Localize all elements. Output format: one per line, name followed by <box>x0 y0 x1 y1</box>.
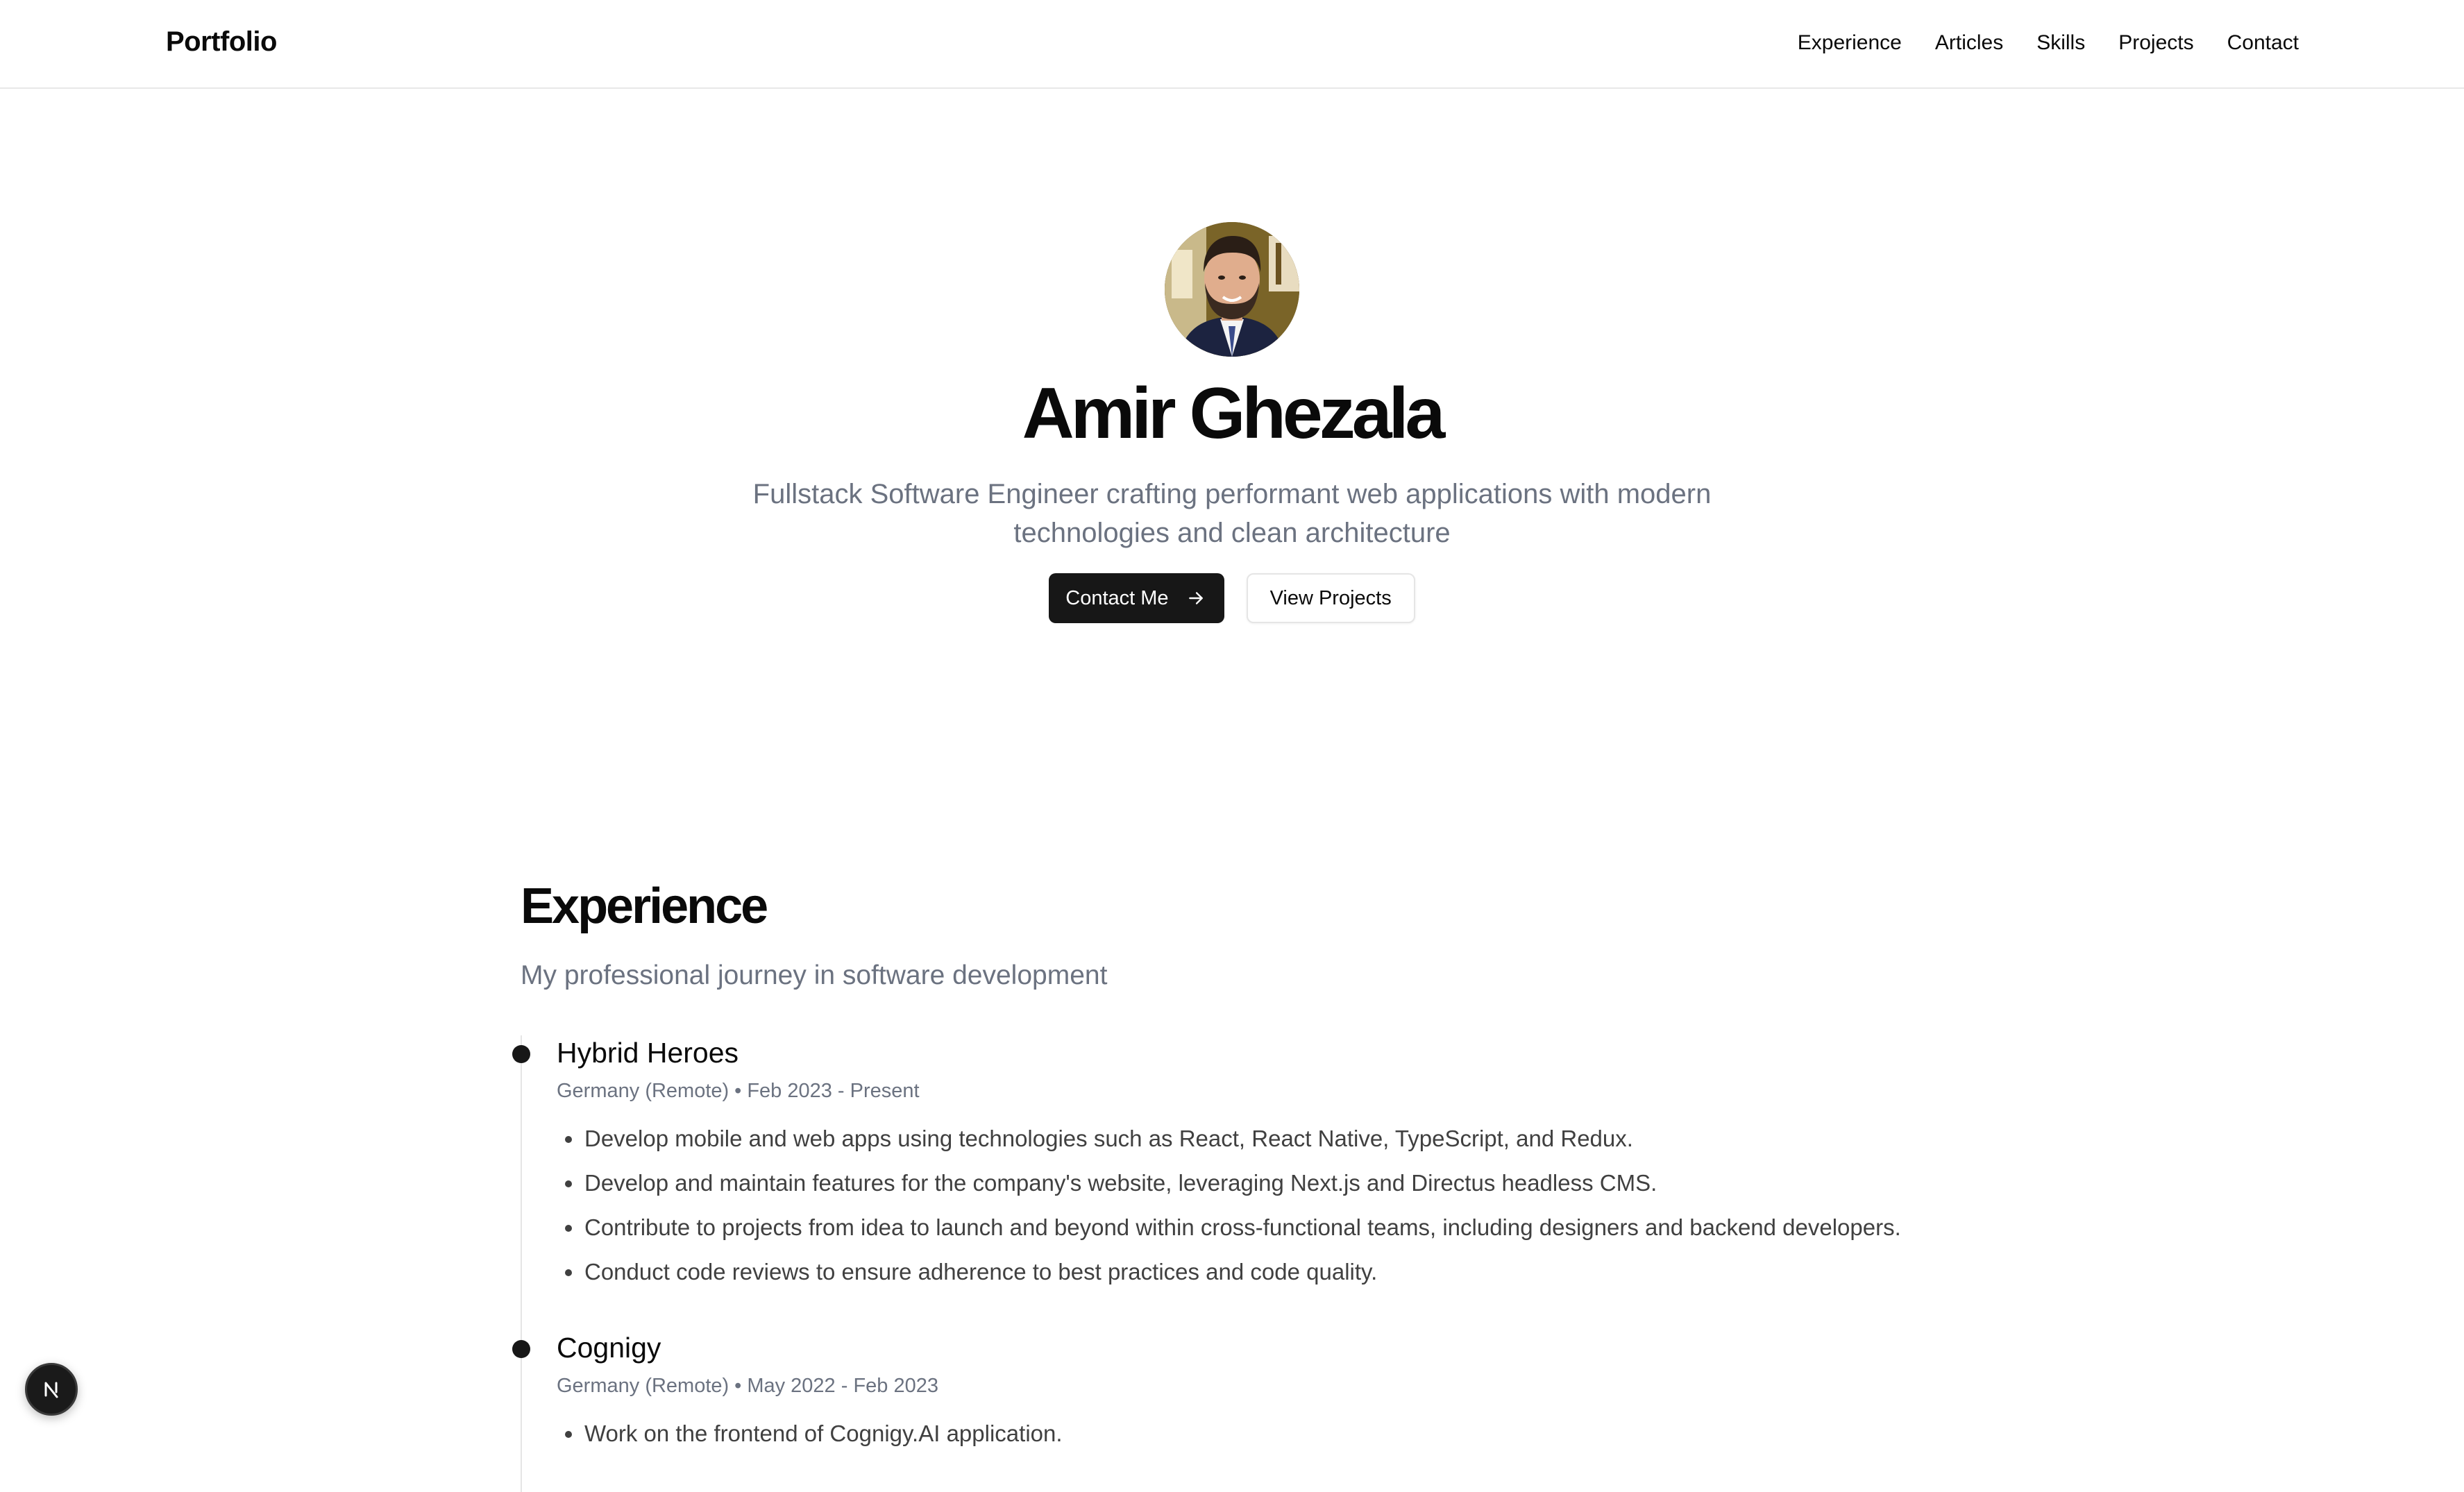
experience-title: Experience <box>521 879 768 934</box>
arrow-right-icon <box>1187 589 1205 607</box>
job-responsibilities: Work on the frontend of Cognigy.AI appli… <box>557 1412 1950 1456</box>
job-location: Germany (Remote) <box>557 1375 729 1397</box>
hero-section: Amir Ghezala Fullstack Software Engineer… <box>0 222 2464 623</box>
hero-subtitle: Fullstack Software Engineer crafting per… <box>752 479 1712 548</box>
avatar <box>1165 222 1299 357</box>
contact-me-button[interactable]: Contact Me <box>1049 573 1224 623</box>
nav-link-contact[interactable]: Contact <box>2227 31 2299 55</box>
experience-section: Experience My professional journey in so… <box>512 879 1950 1492</box>
job-company: Cognigy <box>557 1332 661 1364</box>
job-period: Feb 2023 - Present <box>747 1080 920 1102</box>
list-item: Conduct code reviews to ensure adherence… <box>557 1250 1950 1294</box>
list-item: Contribute to projects from idea to laun… <box>557 1205 1950 1250</box>
job-responsibilities: Develop mobile and web apps using techno… <box>557 1117 1950 1294</box>
job-meta-separator: • <box>734 1080 742 1102</box>
hero-actions: Contact Me View Projects <box>0 573 2464 623</box>
nav-link-experience[interactable]: Experience <box>1798 31 1902 55</box>
site-header: Portfolio Experience Articles Skills Pro… <box>0 0 2464 89</box>
job-period: May 2022 - Feb 2023 <box>747 1375 938 1397</box>
avatar-photo <box>1165 222 1299 357</box>
job-meta-separator: • <box>734 1375 742 1397</box>
hero-name: Amir Ghezala <box>1022 373 1446 454</box>
experience-timeline: Hybrid Heroes Germany (Remote) • Feb 2023 … <box>512 1035 1950 1492</box>
job-entry: Cognigy Germany (Remote) • May 2022 - Feb … <box>512 1330 1950 1492</box>
contact-me-label: Contact Me <box>1065 586 1169 609</box>
timeline-dot-icon <box>512 1340 530 1358</box>
list-item: Work on the frontend of Cognigy.AI appli… <box>557 1412 1950 1456</box>
main-nav: Experience Articles Skills Projects Cont… <box>1798 31 2299 55</box>
brand-logo[interactable]: Portfolio <box>166 26 277 58</box>
experience-subtitle: My professional journey in software deve… <box>521 960 1108 990</box>
nextjs-dev-tools-button[interactable] <box>25 1363 78 1416</box>
job-entry: Hybrid Heroes Germany (Remote) • Feb 2023 … <box>512 1035 1950 1330</box>
view-projects-button[interactable]: View Projects <box>1246 573 1415 623</box>
list-item: Develop mobile and web apps using techno… <box>557 1117 1950 1161</box>
job-company: Hybrid Heroes <box>557 1037 739 1069</box>
nav-link-articles[interactable]: Articles <box>1935 31 2003 55</box>
timeline-dot-icon <box>512 1045 530 1063</box>
nextjs-logo-icon <box>44 1382 58 1398</box>
nav-link-projects[interactable]: Projects <box>2118 31 2193 55</box>
nav-link-skills[interactable]: Skills <box>2036 31 2085 55</box>
job-meta: Germany (Remote) • May 2022 - Feb 2023 <box>557 1375 1950 1398</box>
job-location: Germany (Remote) <box>557 1080 729 1102</box>
job-meta: Germany (Remote) • Feb 2023 - Present <box>557 1080 1950 1103</box>
list-item: Develop and maintain features for the co… <box>557 1161 1950 1205</box>
